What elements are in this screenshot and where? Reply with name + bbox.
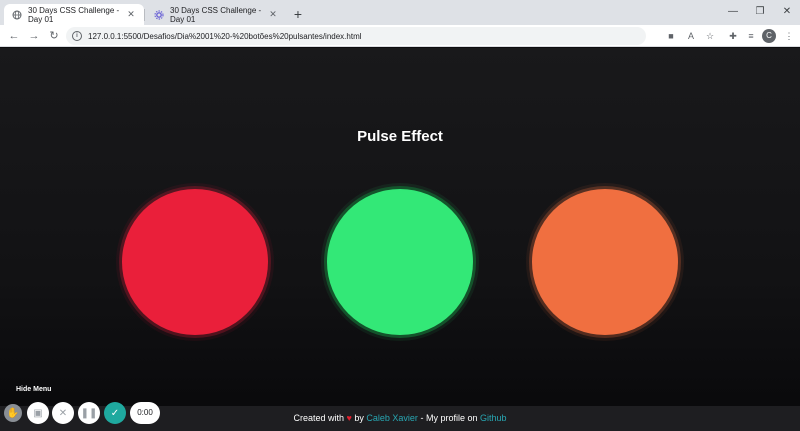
profile-avatar[interactable]: C — [762, 29, 776, 43]
back-arrow-icon[interactable]: ← — [6, 28, 22, 44]
finish-recording-icon[interactable]: ✓ — [104, 402, 126, 424]
page-title: Pulse Effect — [357, 128, 443, 145]
restore-button[interactable]: ❐ — [745, 2, 775, 22]
media-control-icon[interactable]: ≡ — [744, 29, 758, 43]
tab-divider — [144, 9, 145, 21]
menu-icon[interactable]: ⋮ — [782, 29, 796, 43]
hide-menu-button[interactable]: Hide Menu — [16, 386, 51, 393]
pulse-button-red[interactable] — [122, 189, 268, 335]
tab-active[interactable]: 30 Days CSS Challenge - Day 01 ✕ — [4, 4, 144, 25]
hand-cursor-icon[interactable]: ✋ — [4, 404, 22, 422]
reload-icon[interactable]: ↻ — [46, 28, 62, 44]
footer-created-with: Created with — [293, 413, 344, 423]
footer-by: by — [354, 413, 364, 423]
heart-icon: ♥ — [346, 413, 352, 423]
pause-icon[interactable]: ❚❚ — [78, 402, 100, 424]
translate-icon[interactable]: A — [684, 29, 698, 43]
pulse-button-green[interactable] — [327, 189, 473, 335]
url-text: 127.0.0.1:5500/Desafios/Dia%2001%20-%20b… — [88, 31, 362, 41]
author-link[interactable]: Caleb Xavier — [366, 413, 418, 423]
camera-icon[interactable]: ■ — [664, 29, 678, 43]
globe-icon — [12, 10, 22, 20]
footer-profile-text: - My profile on — [420, 413, 478, 423]
camera-toggle-icon[interactable]: ▣ — [27, 402, 49, 424]
minimize-button[interactable]: — — [718, 2, 748, 22]
new-tab-button[interactable]: + — [290, 6, 306, 22]
forward-arrow-icon[interactable]: → — [26, 28, 42, 44]
tab-inactive[interactable]: 30 Days CSS Challenge - Day 01 ✕ — [146, 4, 286, 25]
recording-timer: 0:00 — [130, 402, 160, 424]
gear-icon — [154, 9, 164, 20]
extensions-icon[interactable]: ✚ — [726, 29, 740, 43]
browser-toolbar: ← → ↻ i 127.0.0.1:5500/Desafios/Dia%2001… — [0, 25, 800, 47]
tab-title: 30 Days CSS Challenge - Day 01 — [28, 5, 120, 24]
info-icon[interactable]: i — [72, 31, 82, 41]
close-tab-icon[interactable]: ✕ — [126, 9, 136, 20]
close-window-button[interactable]: ✕ — [772, 2, 800, 22]
close-tab-icon[interactable]: ✕ — [268, 9, 278, 20]
tab-strip: 30 Days CSS Challenge - Day 01 ✕ 30 Days… — [0, 0, 800, 25]
cancel-recording-icon[interactable]: ✕ — [52, 402, 74, 424]
address-bar[interactable]: i 127.0.0.1:5500/Desafios/Dia%2001%20-%2… — [66, 27, 646, 45]
star-icon[interactable]: ☆ — [703, 29, 717, 43]
pulse-button-orange[interactable] — [532, 189, 678, 335]
tab-title: 30 Days CSS Challenge - Day 01 — [170, 5, 262, 24]
page-content: Pulse Effect Created with ♥ by Caleb Xav… — [0, 48, 800, 431]
github-link[interactable]: Github — [480, 413, 507, 423]
